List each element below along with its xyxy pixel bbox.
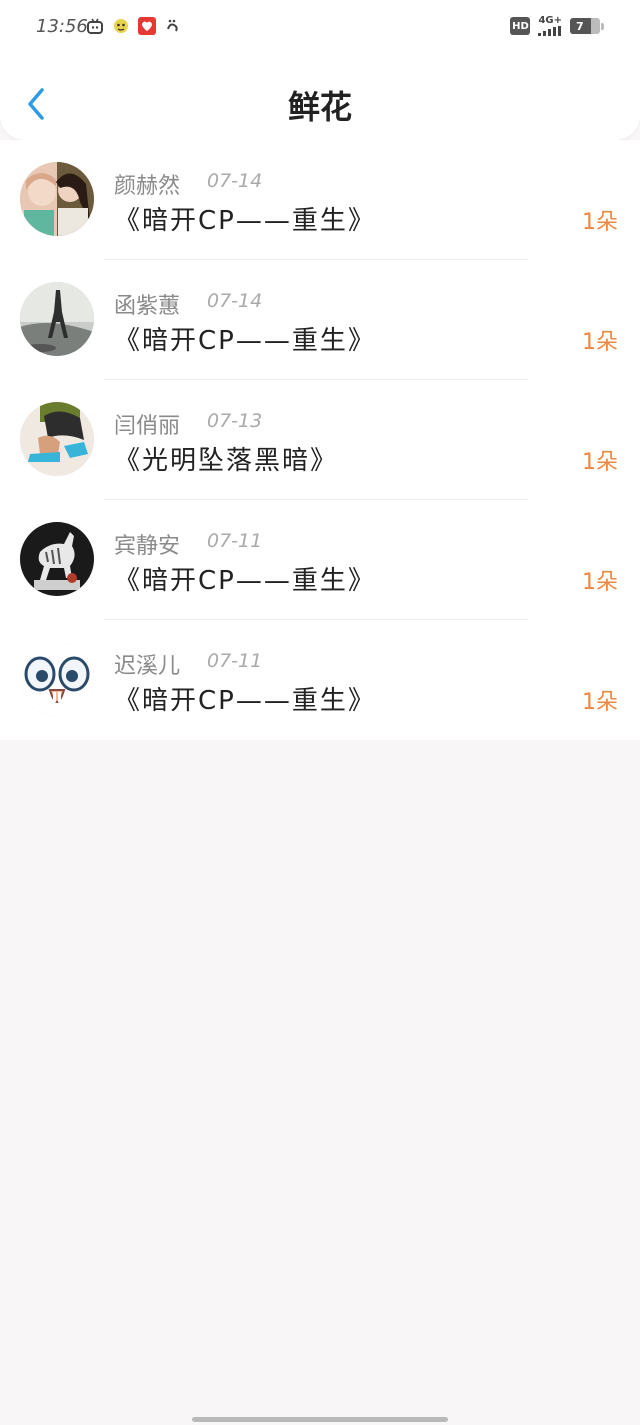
glyph-app-icon xyxy=(164,17,182,35)
gift-date: 07-11 xyxy=(207,650,263,672)
list-item[interactable]: 迟溪儿 07-11 《暗开CP——重生》 1朵 xyxy=(0,620,640,740)
status-bar: 13:56 HD 4G+ 7 xyxy=(0,0,640,56)
book-title: 《暗开CP——重生》 xyxy=(114,566,376,596)
avatar[interactable] xyxy=(20,162,94,236)
flower-count: 1朵 xyxy=(582,570,618,595)
book-title: 《暗开CP——重生》 xyxy=(114,326,376,356)
system-status: HD 4G+ 7 xyxy=(510,16,604,36)
battery-level: 7 xyxy=(576,19,584,33)
list-item[interactable]: 颜赫然 07-14 《暗开CP——重生》 1朵 xyxy=(0,140,640,260)
heart-app-icon xyxy=(138,17,156,35)
tv-app-icon xyxy=(86,17,104,35)
cellular-signal-icon: 4G+ xyxy=(538,16,562,36)
flower-count: 1朵 xyxy=(582,210,618,235)
book-title: 《光明坠落黑暗》 xyxy=(114,446,339,476)
sender-name: 迟溪儿 xyxy=(114,654,181,679)
avatar[interactable] xyxy=(20,282,94,356)
gift-date: 07-11 xyxy=(207,530,263,552)
home-indicator[interactable] xyxy=(192,1417,448,1422)
status-time: 13:56 xyxy=(36,16,88,37)
network-type-label: 4G+ xyxy=(538,15,562,26)
mascot-app-icon xyxy=(112,17,130,35)
sender-name: 函紫蕙 xyxy=(114,294,181,319)
book-title: 《暗开CP——重生》 xyxy=(114,686,376,716)
gift-date: 07-13 xyxy=(207,410,263,432)
flower-gift-list: 颜赫然 07-14 《暗开CP——重生》 1朵 函紫蕙 07-14 《暗开CP—… xyxy=(0,140,640,740)
gift-date: 07-14 xyxy=(207,170,263,192)
list-item[interactable]: 函紫蕙 07-14 《暗开CP——重生》 1朵 xyxy=(0,260,640,380)
header-bar: 13:56 HD 4G+ 7 鲜花 xyxy=(0,0,640,140)
gift-date: 07-14 xyxy=(207,290,263,312)
flower-count: 1朵 xyxy=(582,690,618,715)
sender-name: 颜赫然 xyxy=(114,174,181,199)
avatar[interactable] xyxy=(20,642,94,716)
list-item[interactable]: 闫俏丽 07-13 《光明坠落黑暗》 1朵 xyxy=(0,380,640,500)
avatar[interactable] xyxy=(20,402,94,476)
sender-name: 宾静安 xyxy=(114,534,181,559)
book-title: 《暗开CP——重生》 xyxy=(114,206,376,236)
page-title: 鲜花 xyxy=(287,88,352,126)
list-item[interactable]: 宾静安 07-11 《暗开CP——重生》 1朵 xyxy=(0,500,640,620)
hd-badge: HD xyxy=(510,17,531,35)
avatar[interactable] xyxy=(20,522,94,596)
notification-icons xyxy=(86,17,182,35)
sender-name: 闫俏丽 xyxy=(114,414,181,439)
flower-count: 1朵 xyxy=(582,330,618,355)
flower-count: 1朵 xyxy=(582,450,618,475)
battery-icon: 7 xyxy=(570,18,604,34)
